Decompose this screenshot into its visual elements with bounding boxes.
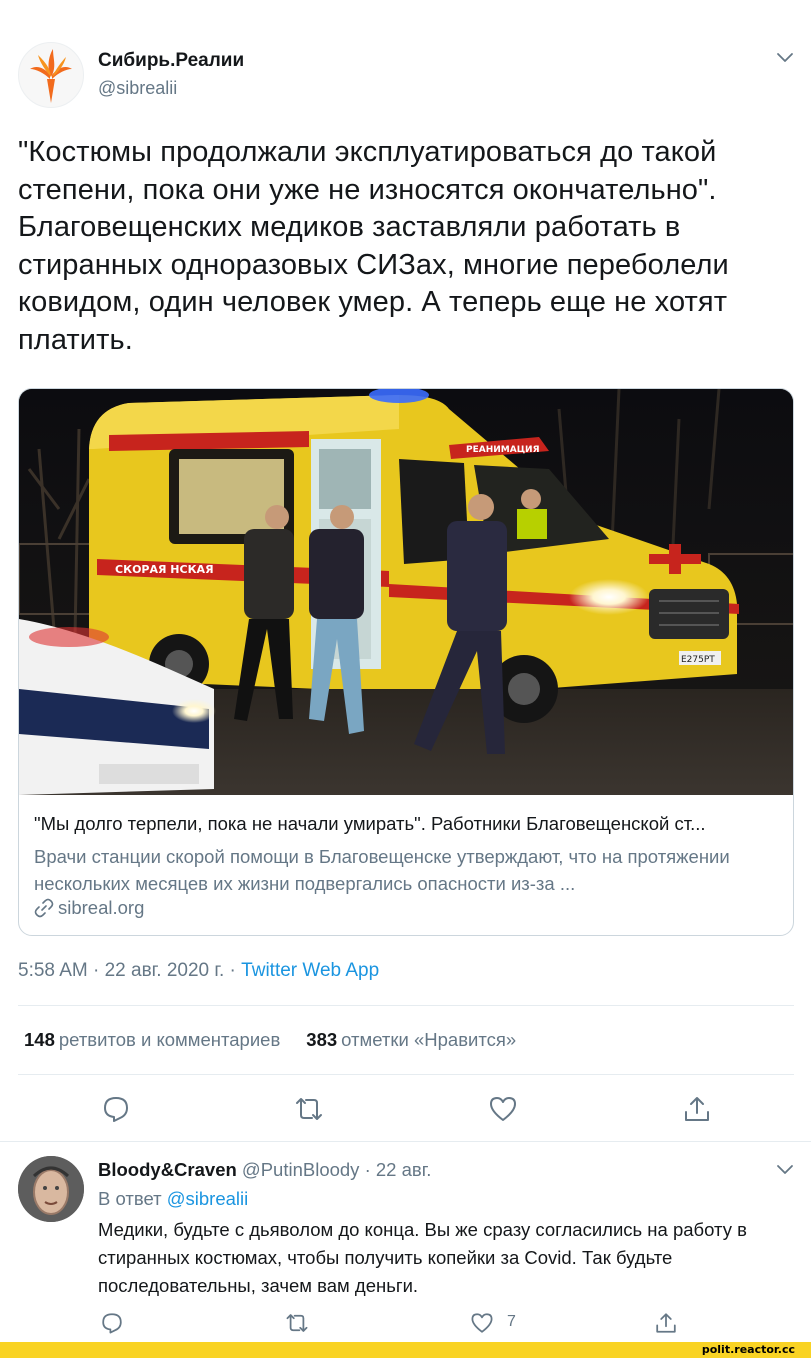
tweet-text: "Костюмы продолжали эксплуатироваться до… xyxy=(18,136,729,356)
watermark-bar: polit.reactor.cc xyxy=(0,1342,811,1358)
share-icon xyxy=(685,1097,709,1121)
reply-to-mention[interactable]: @sibrealii xyxy=(167,1188,249,1209)
retweets-stat[interactable]: 148 ретвитов и комментариев xyxy=(24,1029,280,1051)
reply-icon xyxy=(102,1313,122,1334)
retweet-icon xyxy=(286,1314,308,1332)
chevron-down-icon[interactable] xyxy=(776,52,794,64)
reply-share-button[interactable] xyxy=(654,1311,678,1335)
card-description: Врачи станции скорой помощи в Благовещен… xyxy=(34,846,730,894)
like-icon xyxy=(471,1313,493,1333)
card-image-plate: Е275РТ xyxy=(681,655,715,665)
tweet-time[interactable]: 5:58 AM · 22 авг. 2020 г. · xyxy=(18,960,241,981)
tweet-stats: 148 ретвитов и комментариев 383 отметки «Н… xyxy=(24,1029,516,1051)
reply-author-handle[interactable]: @PutinBloody xyxy=(242,1159,360,1180)
divider xyxy=(18,1005,794,1006)
divider xyxy=(0,1141,811,1142)
retweet-icon xyxy=(296,1098,322,1120)
reply-text: Медики, будьте с дьяволом до конца. Вы ж… xyxy=(98,1219,747,1296)
link-card[interactable]: СКОРАЯ НСКАЯ РЕАНИМАЦИЯ Е275РТ "Мы долго… xyxy=(18,388,794,936)
likes-stat[interactable]: 383 отметки «Нравится» xyxy=(306,1029,516,1051)
likes-count: 383 xyxy=(306,1029,338,1050)
retweet-button[interactable] xyxy=(294,1094,324,1124)
logo-icon xyxy=(30,49,72,103)
author-name[interactable]: Сибирь.Реалии xyxy=(98,50,244,72)
link-icon xyxy=(34,898,54,918)
card-image[interactable]: СКОРАЯ НСКАЯ РЕАНИМАЦИЯ Е275РТ xyxy=(19,389,793,795)
reply-author-name[interactable]: Bloody&Craven xyxy=(98,1159,237,1180)
tweet-source-app[interactable]: Twitter Web App xyxy=(241,960,379,981)
card-image-side-label: СКОРАЯ НСКАЯ xyxy=(115,563,214,576)
reply-header: Bloody&Craven @PutinBloody · 22 авг. xyxy=(98,1159,431,1181)
author-handle[interactable]: @sibrealii xyxy=(98,78,177,99)
reply-like-count: 7 xyxy=(507,1313,516,1330)
reply-retweet-button[interactable] xyxy=(285,1311,309,1335)
reply-button[interactable] xyxy=(101,1094,131,1124)
likes-label: отметки «Нравится» xyxy=(341,1029,517,1050)
retweets-count: 148 xyxy=(24,1029,55,1050)
card-image-top-label: РЕАНИМАЦИЯ xyxy=(466,445,540,455)
reply-to-label: В ответ xyxy=(98,1188,167,1209)
share-icon xyxy=(656,1313,676,1333)
reply-like-button[interactable] xyxy=(470,1311,494,1335)
reply-context: В ответ @sibrealii xyxy=(98,1188,248,1210)
author-avatar[interactable] xyxy=(18,42,84,108)
share-button[interactable] xyxy=(682,1094,712,1124)
reply-date[interactable]: · 22 авг. xyxy=(359,1159,432,1180)
divider xyxy=(18,1074,794,1075)
card-title[interactable]: "Мы долго терпели, пока не начали умират… xyxy=(34,813,784,835)
like-icon xyxy=(490,1097,516,1121)
tweet-timestamp: 5:58 AM · 22 авг. 2020 г. · Twitter Web … xyxy=(18,960,379,982)
card-domain[interactable]: sibreal.org xyxy=(58,897,144,919)
reply-reply-button[interactable] xyxy=(100,1311,124,1335)
watermark-text[interactable]: polit.reactor.cc xyxy=(702,1343,795,1356)
reply-icon xyxy=(104,1097,128,1122)
card-link[interactable]: sibreal.org xyxy=(34,897,144,919)
reply-avatar[interactable] xyxy=(18,1156,84,1222)
like-button[interactable] xyxy=(488,1094,518,1124)
retweets-label: ретвитов и комментариев xyxy=(58,1029,281,1050)
chevron-down-icon[interactable] xyxy=(776,1164,794,1176)
